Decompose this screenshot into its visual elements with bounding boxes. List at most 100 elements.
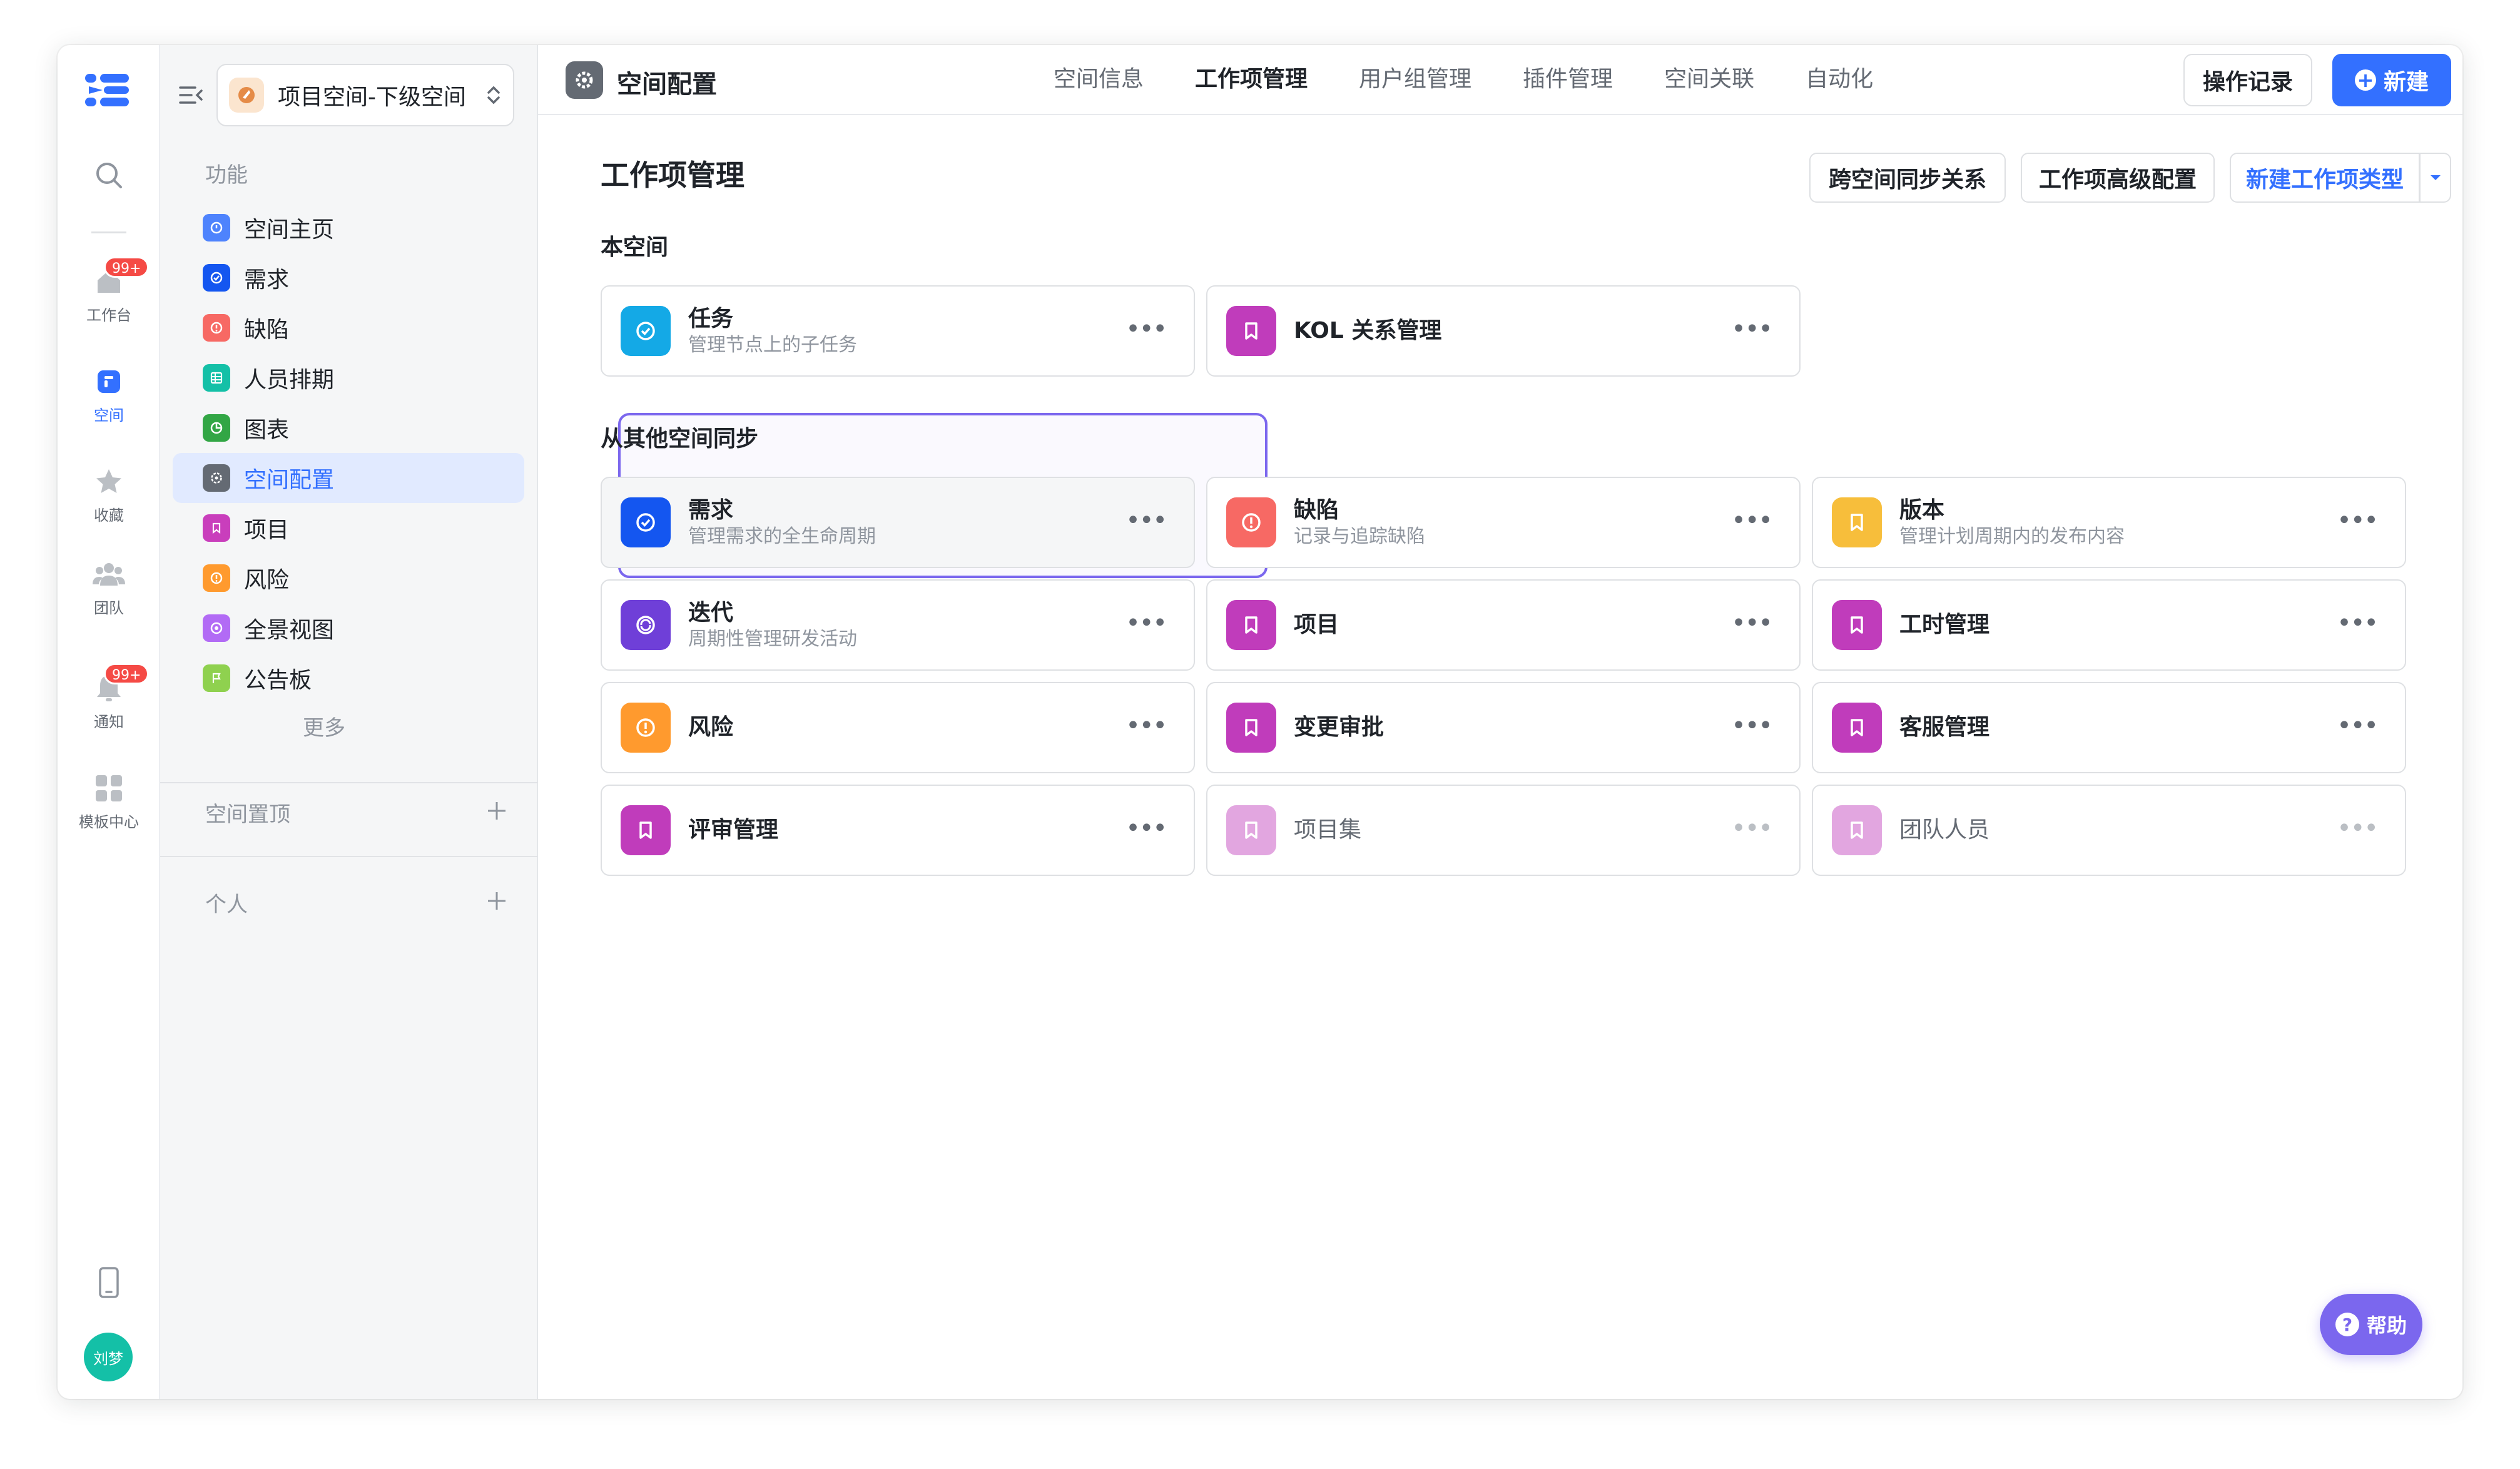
tab-user-groups[interactable]: 用户组管理 bbox=[1359, 64, 1471, 95]
divider bbox=[160, 856, 538, 857]
tab-space-links[interactable]: 空间关联 bbox=[1664, 64, 1754, 95]
check-circle-icon bbox=[203, 264, 230, 292]
bookmark-icon bbox=[1226, 703, 1276, 753]
more-options-icon[interactable]: ••• bbox=[1731, 816, 1773, 841]
workitem-card[interactable]: 任务 管理节点上的子任务 ••• bbox=[601, 285, 1195, 377]
workitem-card[interactable]: 风险 ••• bbox=[601, 682, 1195, 773]
more-options-icon[interactable]: ••• bbox=[2337, 508, 2379, 533]
page-title: 工作项管理 bbox=[601, 158, 744, 192]
workitem-card[interactable]: 迭代 周期性管理研发活动 ••• bbox=[601, 579, 1195, 671]
workitem-name: 风险 bbox=[688, 714, 734, 740]
workitem-name: 团队人员 bbox=[1899, 817, 1990, 843]
tab-workitem-management[interactable]: 工作项管理 bbox=[1195, 64, 1308, 95]
check-circle-icon bbox=[621, 497, 671, 547]
alert-icon bbox=[203, 564, 230, 592]
new-workitem-type-button[interactable]: 新建工作项类型 bbox=[2230, 153, 2420, 203]
sidebar-item-panorama[interactable]: 全景视图 bbox=[173, 603, 524, 653]
workitem-card[interactable]: 变更审批 ••• bbox=[1206, 682, 1801, 773]
sidebar-item-project[interactable]: 项目 bbox=[173, 503, 524, 553]
more-options-icon[interactable]: ••• bbox=[1731, 713, 1773, 738]
more-options-icon[interactable]: ••• bbox=[1731, 317, 1773, 342]
tab-plugins[interactable]: 插件管理 bbox=[1523, 64, 1613, 95]
workitem-card[interactable]: 客服管理 ••• bbox=[1812, 682, 2406, 773]
more-options-icon[interactable]: ••• bbox=[1125, 816, 1167, 841]
workitem-card[interactable]: 团队人员 ••• bbox=[1812, 785, 2406, 876]
advanced-config-button[interactable]: 工作项高级配置 bbox=[2021, 153, 2215, 203]
rail-item-space[interactable]: 空间 bbox=[58, 364, 160, 425]
rail-item-notifications[interactable]: 99+ 通知 bbox=[58, 663, 160, 731]
top-bar: 空间配置 空间信息 工作项管理 用户组管理 插件管理 空间关联 自动化 操作记录… bbox=[538, 45, 2462, 115]
workitem-card[interactable]: 需求 管理需求的全生命周期 ••• bbox=[601, 477, 1195, 568]
personal-section-title: 个人 bbox=[205, 892, 248, 917]
rail-item-templates[interactable]: 模板中心 bbox=[58, 771, 160, 831]
sidebar-more-link[interactable]: 更多 bbox=[303, 711, 345, 741]
rail-item-workbench[interactable]: 99+ 工作台 bbox=[58, 257, 160, 325]
more-options-icon[interactable]: ••• bbox=[1125, 317, 1167, 342]
new-type-dropdown[interactable] bbox=[2420, 153, 2451, 203]
more-options-icon[interactable]: ••• bbox=[2337, 611, 2379, 636]
workitem-card[interactable]: 缺陷 记录与追踪缺陷 ••• bbox=[1206, 477, 1801, 568]
sidebar-item-home[interactable]: 空间主页 bbox=[173, 203, 524, 253]
sidebar-item-label: 风险 bbox=[244, 567, 290, 593]
space-avatar-icon bbox=[229, 78, 264, 113]
rail-item-favorites[interactable]: 收藏 bbox=[58, 464, 160, 525]
space-switcher[interactable]: 项目空间-下级空间 bbox=[216, 64, 514, 126]
more-options-icon[interactable]: ••• bbox=[1731, 508, 1773, 533]
workitem-card[interactable]: KOL 关系管理 ••• bbox=[1206, 285, 1801, 377]
sidebar-item-requirement[interactable]: 需求 bbox=[173, 253, 524, 303]
collapse-sidebar-icon[interactable] bbox=[176, 80, 206, 110]
pie-chart-icon bbox=[203, 414, 230, 442]
app-logo-icon[interactable] bbox=[85, 70, 131, 110]
rail-search[interactable] bbox=[58, 158, 160, 193]
more-options-icon[interactable]: ••• bbox=[1125, 508, 1167, 533]
sidebar-item-defect[interactable]: 缺陷 bbox=[173, 303, 524, 353]
bookmark-icon bbox=[621, 805, 671, 855]
help-button[interactable]: ? 帮助 bbox=[2320, 1294, 2422, 1355]
sidebar-item-risk[interactable]: 风险 bbox=[173, 553, 524, 603]
gear-icon bbox=[566, 61, 603, 99]
sidebar-item-label: 人员排期 bbox=[244, 367, 335, 393]
workitem-name: 评审管理 bbox=[688, 817, 779, 843]
sidebar-item-chart[interactable]: 图表 bbox=[173, 403, 524, 453]
space-icon bbox=[91, 364, 126, 399]
home-icon bbox=[203, 214, 230, 241]
tab-space-info[interactable]: 空间信息 bbox=[1054, 64, 1144, 95]
workitem-card[interactable]: 评审管理 ••• bbox=[601, 785, 1195, 876]
sidebar-item-label: 全景视图 bbox=[244, 618, 335, 643]
sidebar-item-space-config[interactable]: 空间配置 bbox=[173, 453, 524, 503]
global-nav-rail: 99+ 工作台 空间 收藏 团队 99+ 通知 模板中心 刘梦 bbox=[58, 45, 160, 1399]
more-options-icon[interactable]: ••• bbox=[1125, 713, 1167, 738]
add-personal-icon[interactable] bbox=[485, 890, 508, 912]
workitem-card[interactable]: 版本管理计划周期内的发布内容 ••• bbox=[1812, 477, 2406, 568]
workitem-card[interactable]: 工时管理 ••• bbox=[1812, 579, 2406, 671]
new-button[interactable]: + 新建 bbox=[2332, 54, 2451, 106]
sidebar-item-schedule[interactable]: 人员排期 bbox=[173, 353, 524, 403]
workitem-name: 版本 bbox=[1899, 497, 1945, 523]
sidebar-item-label: 公告板 bbox=[244, 668, 312, 693]
sidebar-item-bulletin[interactable]: 公告板 bbox=[173, 653, 524, 703]
bookmark-icon bbox=[1832, 805, 1882, 855]
workitem-desc: 管理计划周期内的发布内容 bbox=[1899, 526, 2125, 547]
workitem-card[interactable]: 项目集 ••• bbox=[1206, 785, 1801, 876]
workitem-name: 项目集 bbox=[1294, 817, 1362, 843]
more-options-icon[interactable]: ••• bbox=[2337, 816, 2379, 841]
more-options-icon[interactable]: ••• bbox=[1731, 611, 1773, 636]
sidebar-item-label: 项目 bbox=[244, 517, 290, 543]
main-content: 空间配置 空间信息 工作项管理 用户组管理 插件管理 空间关联 自动化 操作记录… bbox=[538, 45, 2462, 1399]
workitem-desc: 记录与追踪缺陷 bbox=[1294, 526, 1425, 547]
rail-mobile[interactable] bbox=[58, 1265, 160, 1300]
panorama-icon bbox=[203, 614, 230, 642]
workitem-name: 需求 bbox=[688, 497, 734, 523]
operation-log-button[interactable]: 操作记录 bbox=[2183, 54, 2312, 106]
user-avatar[interactable]: 刘梦 bbox=[84, 1333, 133, 1381]
more-options-icon[interactable]: ••• bbox=[1125, 611, 1167, 636]
cross-space-sync-button[interactable]: 跨空间同步关系 bbox=[1809, 153, 2006, 203]
more-options-icon[interactable]: ••• bbox=[2337, 713, 2379, 738]
plus-circle-icon: + bbox=[2354, 69, 2376, 91]
workitem-card[interactable]: 项目 ••• bbox=[1206, 579, 1801, 671]
tab-automation[interactable]: 自动化 bbox=[1806, 64, 1873, 95]
add-pinned-icon[interactable] bbox=[485, 800, 508, 822]
help-label: 帮助 bbox=[2366, 1314, 2407, 1338]
rail-item-team[interactable]: 团队 bbox=[58, 557, 160, 618]
flag-icon bbox=[203, 664, 230, 692]
